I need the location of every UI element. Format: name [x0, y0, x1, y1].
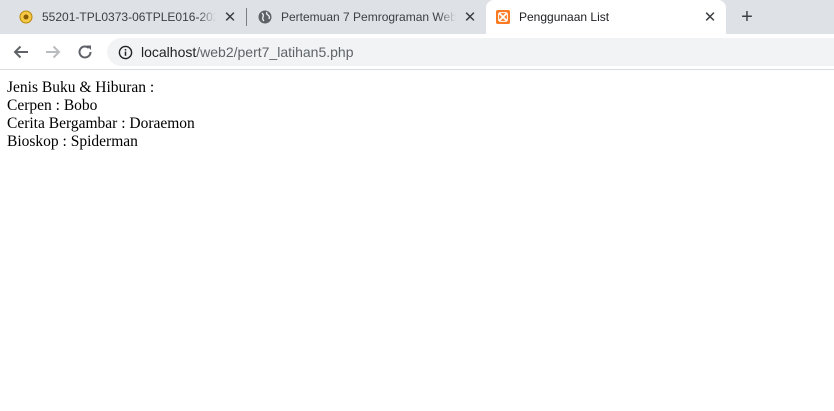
close-tab-icon[interactable]: ✕	[462, 9, 478, 26]
xampp-icon	[496, 10, 510, 24]
tab-strip: 55201-TPL0373-06TPLE016-2020 ✕ Pertemuan…	[0, 0, 834, 34]
browser-toolbar: localhost/web2/pert7_latihan5.php	[0, 34, 834, 70]
list-item: Cerita Bergambar : Doraemon	[7, 115, 195, 132]
info-icon[interactable]	[117, 44, 133, 60]
url-path: /web2/pert7_latihan5.php	[196, 44, 354, 60]
tab-separator	[246, 8, 247, 26]
close-tab-icon[interactable]: ✕	[702, 9, 718, 26]
page-content: Jenis Buku & Hiburan : Cerpen : Bobo Cer…	[7, 79, 195, 151]
back-button[interactable]	[9, 40, 33, 64]
url-text[interactable]: localhost/web2/pert7_latihan5.php	[141, 44, 354, 60]
tab-course[interactable]: 55201-TPL0373-06TPLE016-2020 ✕	[0, 0, 246, 34]
close-tab-icon[interactable]: ✕	[222, 9, 238, 26]
course-icon	[19, 10, 33, 24]
forward-button[interactable]	[41, 40, 65, 64]
tab-penggunaan-list[interactable]: Penggunaan List ✕	[486, 0, 726, 34]
forward-arrow-icon	[46, 45, 61, 59]
url-host: localhost	[141, 44, 197, 60]
list-item: Cerpen : Bobo	[7, 97, 98, 114]
back-arrow-icon	[13, 45, 28, 59]
reload-icon	[78, 45, 92, 59]
tab-title: Pertemuan 7 Pemrograman Web	[281, 10, 456, 24]
tab-pertemuan[interactable]: Pertemuan 7 Pemrograman Web ✕	[248, 0, 486, 34]
new-tab-button[interactable]: +	[736, 6, 758, 28]
tab-title: 55201-TPL0373-06TPLE016-2020	[42, 10, 216, 24]
reload-button[interactable]	[73, 40, 97, 64]
address-bar[interactable]: localhost/web2/pert7_latihan5.php	[107, 38, 834, 66]
tab-title: Penggunaan List	[519, 10, 610, 24]
list-item: Bioskop : Spiderman	[7, 133, 138, 150]
globe-icon	[258, 10, 272, 24]
list-heading: Jenis Buku & Hiburan :	[7, 79, 155, 96]
